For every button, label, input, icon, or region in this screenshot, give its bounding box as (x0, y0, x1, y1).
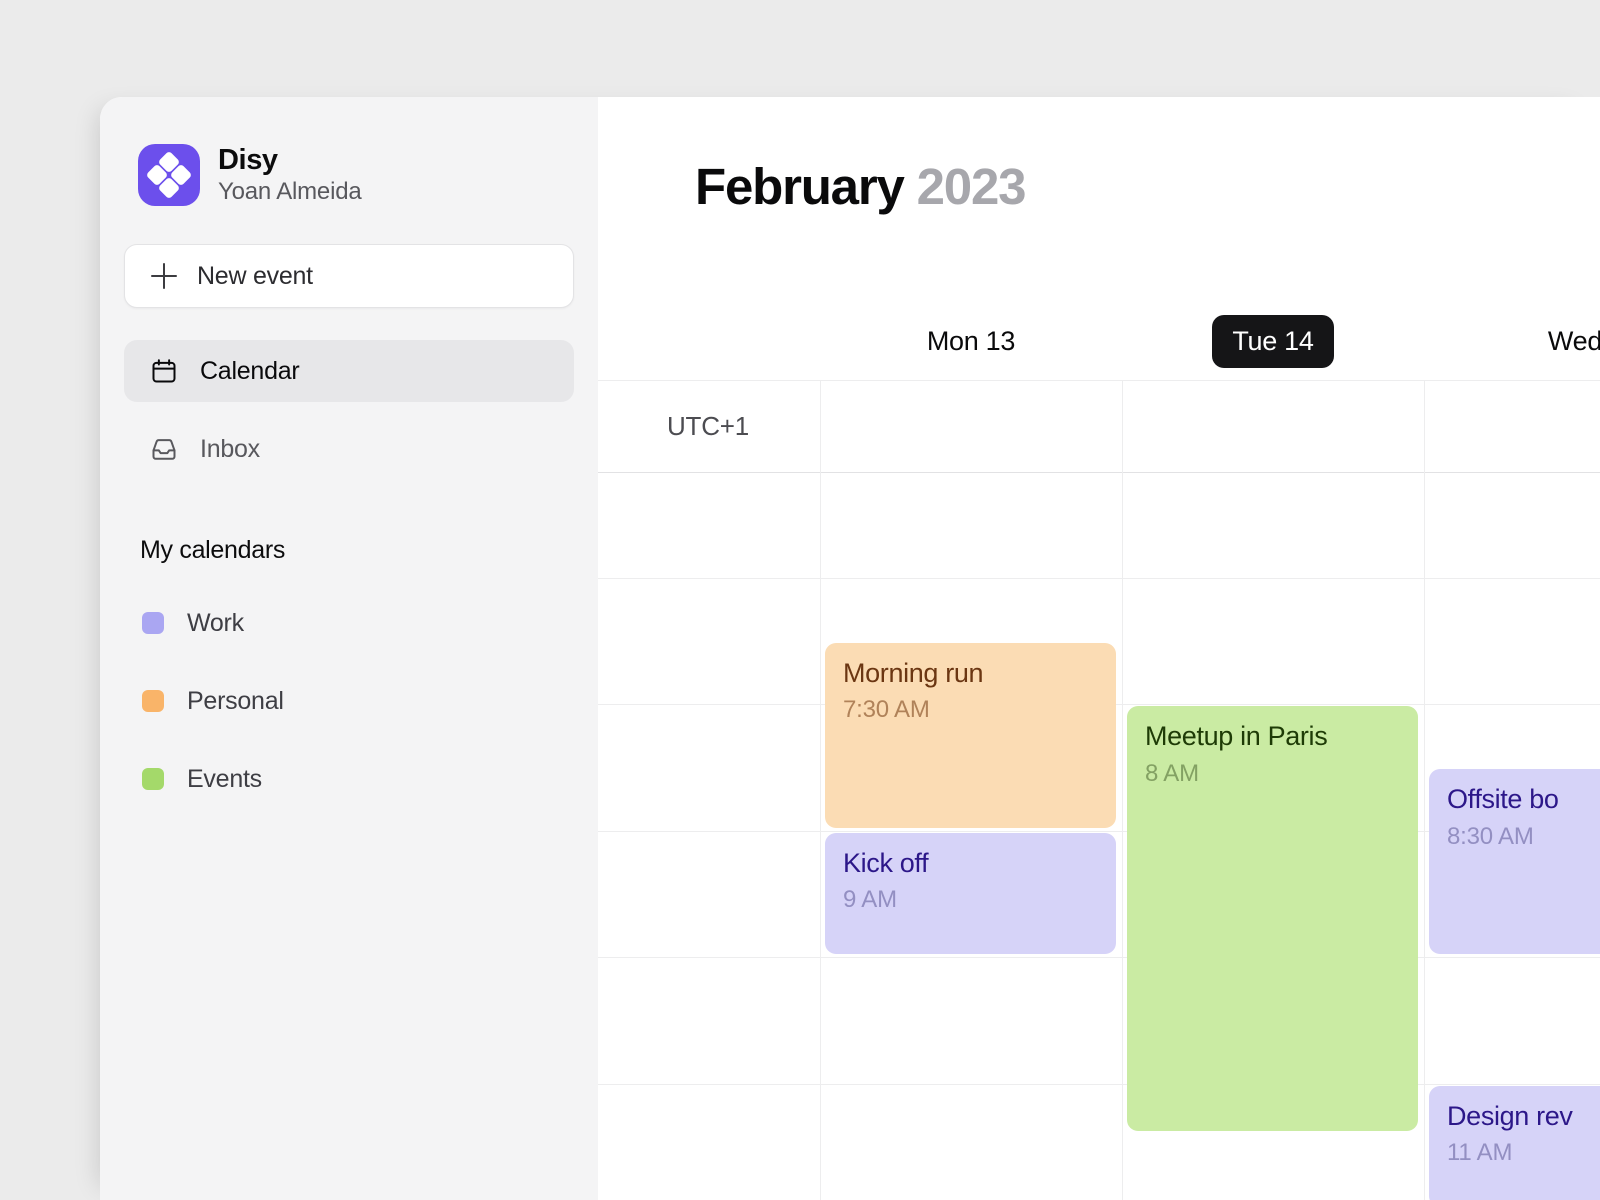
calendar-event-title: Morning run (843, 659, 1098, 689)
calendar-event-time: 9 AM (843, 886, 1098, 914)
grid-line-vertical (820, 380, 821, 1200)
my-calendars-section: My calendars Work Personal Events (124, 536, 574, 803)
calendar-list-item-label: Events (187, 765, 262, 794)
calendar-list: Work Personal Events (124, 599, 574, 803)
grid-line-vertical (1424, 380, 1425, 1200)
calendar-event[interactable]: Morning run 7:30 AM (825, 643, 1116, 828)
grid-line-hour (598, 957, 1600, 958)
calendar-event-time: 7:30 AM (843, 696, 1098, 724)
calendar-event-time: 8 AM (1145, 760, 1400, 788)
grid-line-hour (598, 1084, 1600, 1085)
grid-line-horizontal (598, 472, 1600, 473)
timezone-label: UTC+1 (598, 380, 818, 472)
user-name: Yoan Almeida (218, 178, 362, 206)
day-header-label: Tue 14 (1212, 315, 1333, 368)
calendar-event-time: 8:30 AM (1447, 823, 1600, 851)
plus-icon (151, 263, 177, 289)
sidebar-item-inbox-label: Inbox (200, 435, 260, 464)
calendar-event[interactable]: Kick off 9 AM (825, 833, 1116, 955)
sidebar-item-calendar[interactable]: Calendar (124, 340, 574, 402)
calendar-grid[interactable]: UTC+1 8 AM9 AM10 AM11 AMNoonMorning run7… (598, 380, 1600, 1200)
calendar-color-swatch (142, 768, 164, 790)
calendar-list-item[interactable]: Events (124, 755, 574, 803)
calendar-icon (150, 357, 178, 385)
month-label: February (695, 158, 904, 215)
app-name: Disy (218, 144, 362, 176)
brand[interactable]: Disy Yoan Almeida (124, 97, 574, 206)
grid-line-hour (598, 578, 1600, 579)
calendar-event[interactable]: Meetup in Paris 8 AM (1127, 706, 1418, 1131)
calendar-list-item-label: Work (187, 609, 244, 638)
my-calendars-heading: My calendars (124, 536, 574, 565)
calendar-event[interactable]: Design rev 11 AM (1429, 1086, 1600, 1200)
calendar-list-item-label: Personal (187, 687, 284, 716)
grid-line-vertical (1122, 380, 1123, 1200)
sidebar: Disy Yoan Almeida New event Calendar (100, 97, 598, 1200)
sidebar-item-calendar-label: Calendar (200, 357, 299, 386)
new-event-button[interactable]: New event (124, 244, 574, 308)
calendar-event[interactable]: Offsite bo 8:30 AM (1429, 769, 1600, 954)
day-header-label: Mon 13 (907, 315, 1035, 368)
new-event-label: New event (197, 262, 313, 291)
day-header-row: Mon 13 Tue 14 Wed (598, 302, 1600, 380)
calendar-event-title: Offsite bo (1447, 785, 1600, 815)
inbox-icon (150, 435, 178, 463)
calendar-event-time: 11 AM (1447, 1139, 1600, 1167)
calendar-event-title: Design rev (1447, 1102, 1600, 1132)
calendar-list-item[interactable]: Personal (124, 677, 574, 725)
diamond-cluster-icon (138, 144, 200, 206)
day-header-label: Wed (1528, 315, 1600, 368)
page-title: February 2023 (695, 157, 1025, 216)
year-label: 2023 (917, 158, 1026, 215)
calendar-event-title: Meetup in Paris (1145, 722, 1400, 752)
sidebar-item-inbox[interactable]: Inbox (124, 418, 574, 480)
calendar-color-swatch (142, 690, 164, 712)
grid-line-horizontal (598, 380, 1600, 381)
app-window: Disy Yoan Almeida New event Calendar (100, 97, 1600, 1200)
calendar-event-title: Kick off (843, 849, 1098, 879)
day-header-0[interactable]: Mon 13 (820, 302, 1122, 380)
day-header-1[interactable]: Tue 14 (1122, 302, 1424, 380)
sidebar-nav: Calendar Inbox (124, 340, 574, 480)
day-header-2[interactable]: Wed (1424, 302, 1600, 380)
calendar-color-swatch (142, 612, 164, 634)
calendar-list-item[interactable]: Work (124, 599, 574, 647)
calendar-main: February 2023 Mon 13 Tue 14 Wed UTC+1 8 AM… (598, 97, 1600, 1200)
